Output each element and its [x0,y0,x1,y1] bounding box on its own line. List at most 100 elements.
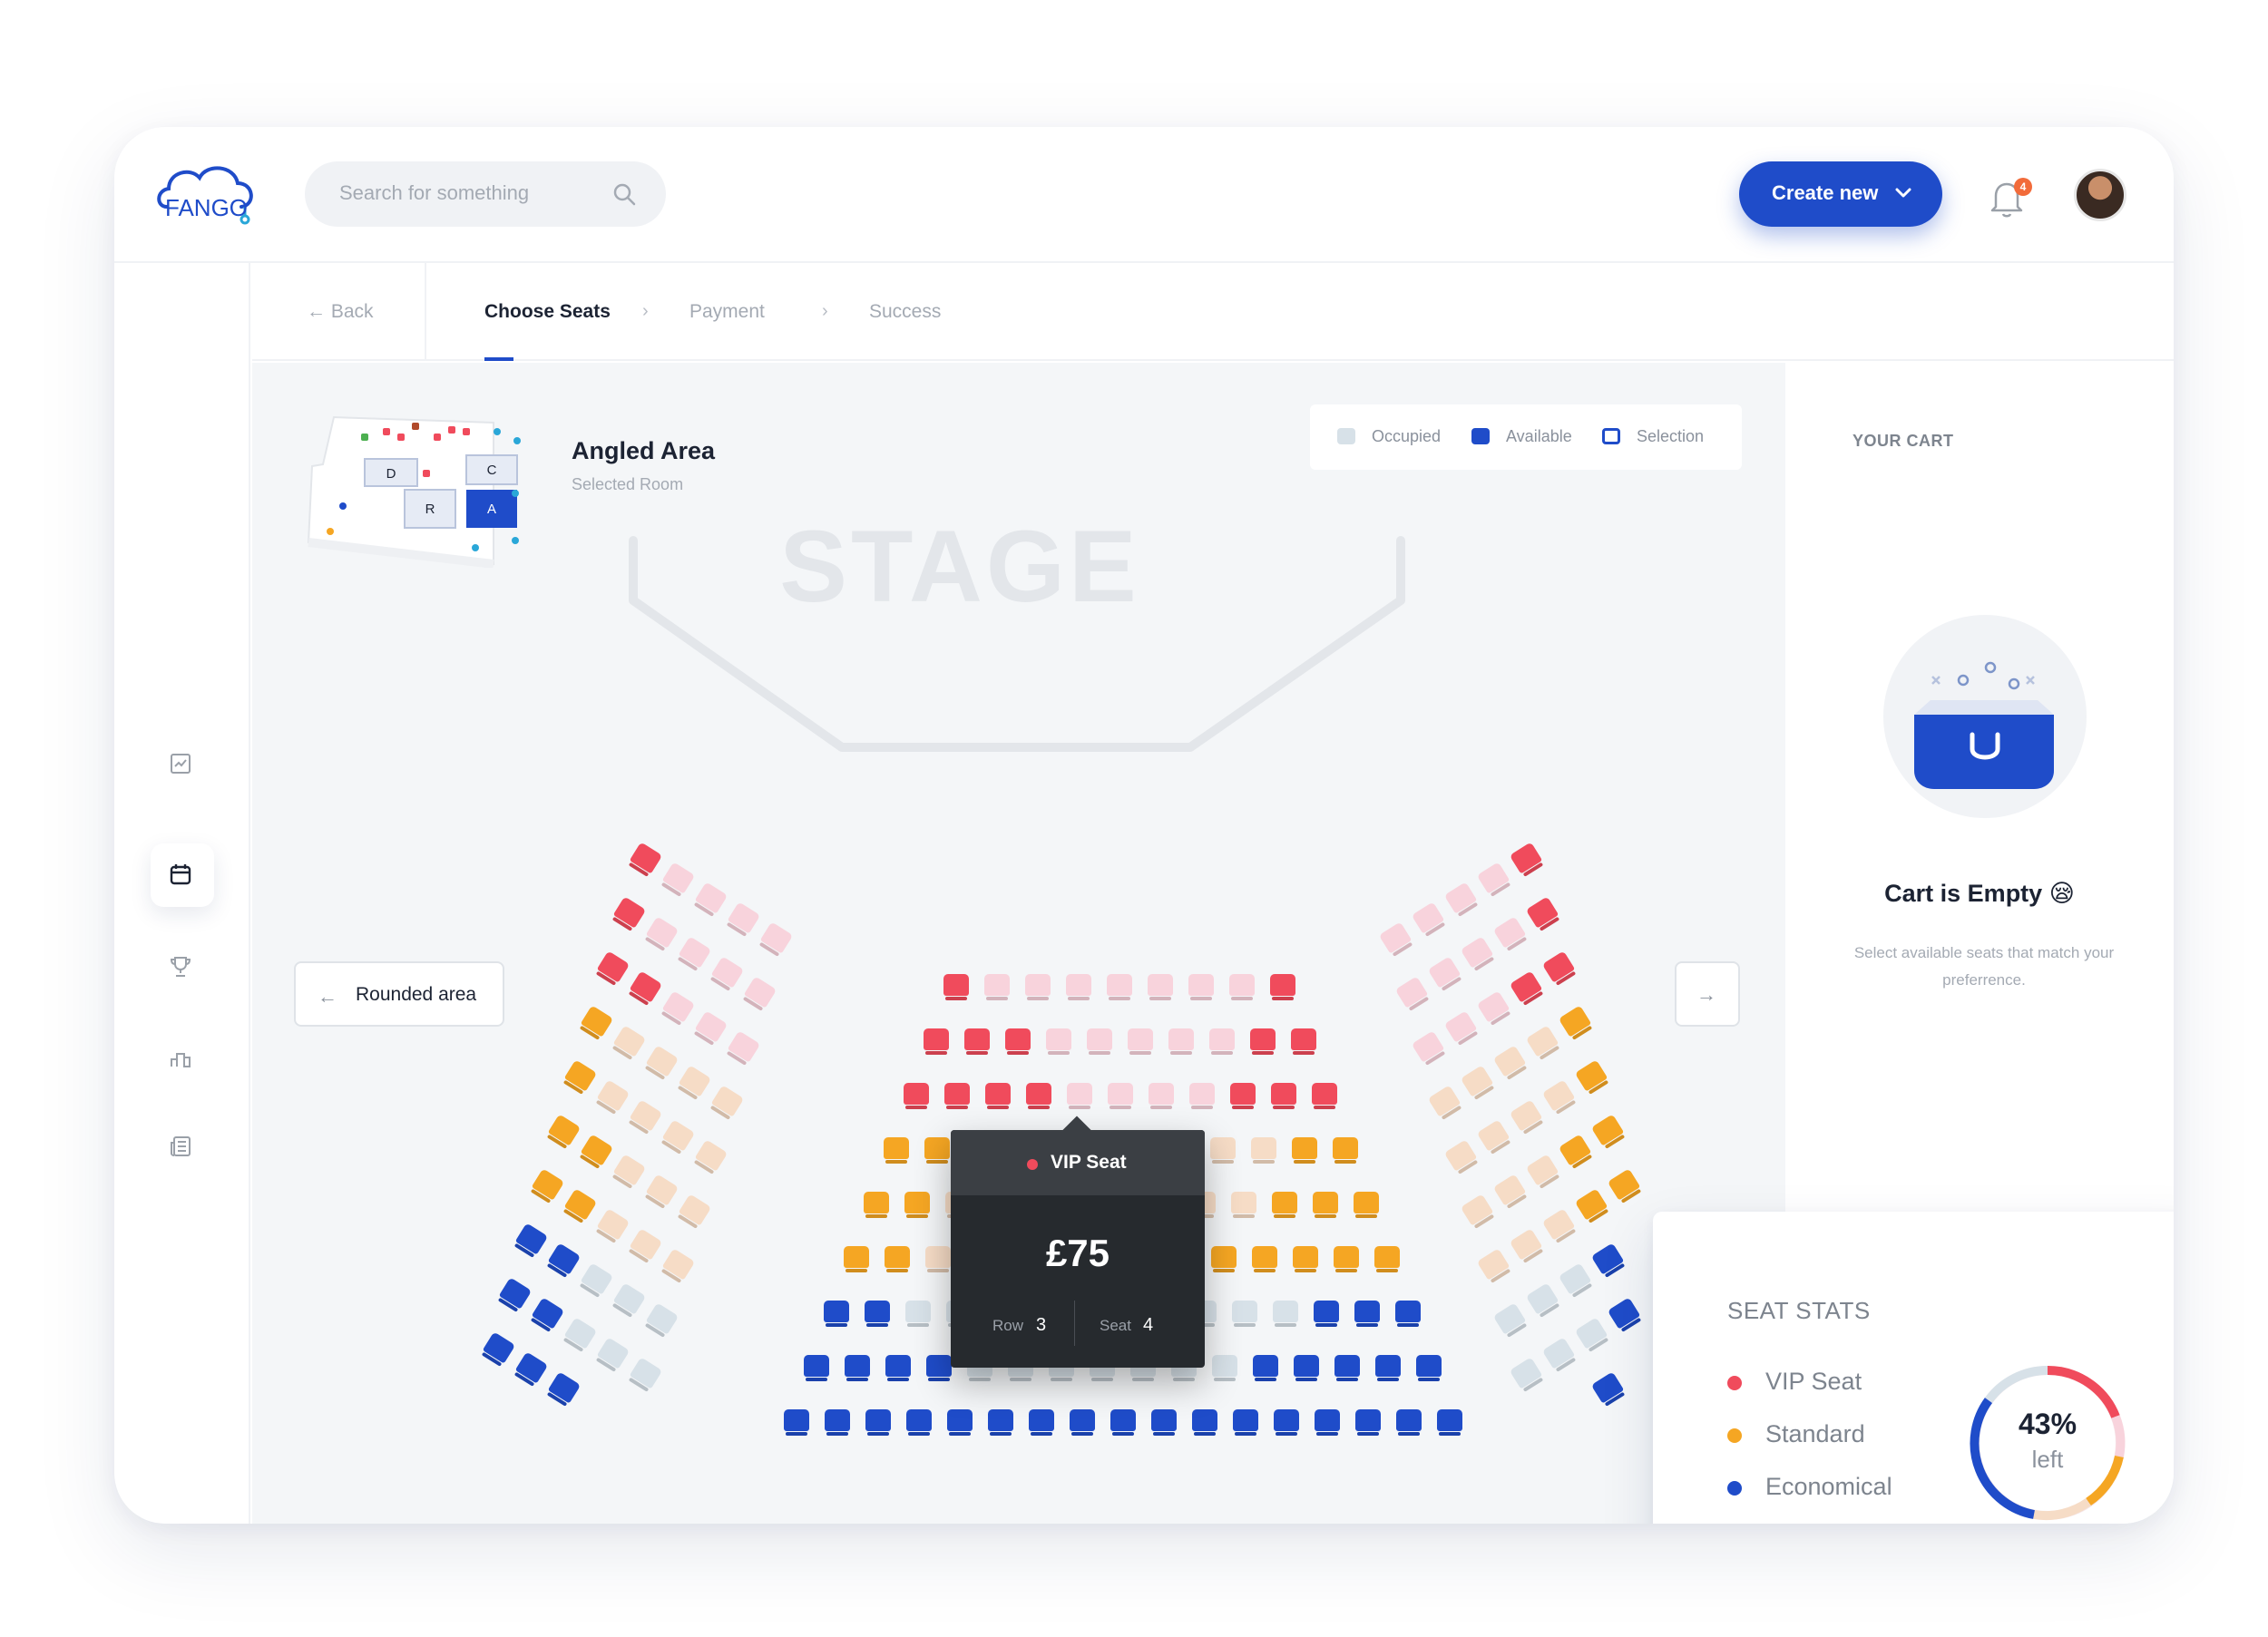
seat[interactable] [1292,1137,1317,1159]
seat[interactable] [865,1301,890,1322]
seat[interactable] [988,1409,1013,1431]
seat[interactable] [1189,1083,1215,1105]
seat[interactable] [1151,1409,1177,1431]
seat[interactable] [1333,1137,1358,1159]
seat[interactable] [1067,1083,1092,1105]
seat[interactable] [1252,1246,1277,1268]
seat[interactable] [1250,1028,1276,1050]
seat[interactable] [1108,1083,1133,1105]
seat[interactable] [1233,1409,1258,1431]
seat[interactable] [1005,1028,1031,1050]
seat[interactable] [844,1246,869,1268]
seat[interactable] [1046,1028,1071,1050]
seat[interactable] [984,974,1010,996]
seat[interactable] [804,1355,829,1377]
seat[interactable] [885,1355,911,1377]
seat[interactable] [1025,974,1051,996]
seat[interactable] [1232,1301,1257,1322]
seat[interactable] [1312,1083,1337,1105]
step-payment[interactable]: Payment [689,301,765,323]
seat[interactable] [1396,1409,1422,1431]
seat[interactable] [964,1028,990,1050]
seat[interactable] [1087,1028,1112,1050]
search-icon[interactable] [611,181,637,207]
seat[interactable] [1188,974,1214,996]
news-icon[interactable] [161,1126,200,1166]
seat[interactable] [825,1409,850,1431]
seat[interactable] [1209,1028,1235,1050]
seat[interactable] [985,1083,1011,1105]
seat[interactable] [1110,1409,1136,1431]
seat[interactable] [1274,1409,1299,1431]
seat[interactable] [924,1028,949,1050]
seat[interactable] [1315,1409,1340,1431]
user-avatar[interactable] [2074,169,2126,221]
seat[interactable] [906,1409,932,1431]
seat[interactable] [1168,1028,1194,1050]
seat[interactable] [885,1246,910,1268]
search-input[interactable]: Search for something [305,161,666,227]
trophy-icon[interactable] [161,947,200,987]
seat[interactable] [824,1301,849,1322]
seat[interactable] [1192,1409,1217,1431]
room-minimap[interactable]: D C R A [307,414,524,569]
seat[interactable] [926,1355,952,1377]
seat[interactable] [1231,1192,1256,1213]
seat[interactable] [904,1083,929,1105]
seat[interactable] [1355,1409,1381,1431]
seat[interactable] [1271,1083,1296,1105]
seat[interactable] [1375,1355,1401,1377]
seat[interactable] [1293,1246,1318,1268]
seat[interactable] [864,1192,889,1213]
seat[interactable] [1314,1301,1339,1322]
seat[interactable] [1273,1301,1298,1322]
seat[interactable] [1210,1137,1236,1159]
seat[interactable] [1416,1355,1442,1377]
seat[interactable] [1334,1355,1360,1377]
step-success[interactable]: Success [869,301,941,323]
seat[interactable] [1294,1355,1319,1377]
rounded-area-button[interactable]: ← Rounded area [294,961,504,1027]
seat[interactable] [865,1409,891,1431]
seat[interactable] [1070,1409,1095,1431]
seat[interactable] [1211,1246,1237,1268]
seat[interactable] [1272,1192,1297,1213]
seat[interactable] [1128,1028,1153,1050]
seat[interactable] [1374,1246,1400,1268]
seat[interactable] [1395,1301,1421,1322]
seat[interactable] [1066,974,1091,996]
seat[interactable] [947,1409,973,1431]
chart-icon[interactable] [161,744,200,784]
seat[interactable] [1229,974,1255,996]
seat[interactable] [1270,974,1295,996]
seat[interactable] [1313,1192,1338,1213]
seat[interactable] [943,974,969,996]
seat[interactable] [1334,1246,1359,1268]
seat[interactable] [1230,1083,1256,1105]
seat[interactable] [925,1246,951,1268]
seat[interactable] [1026,1083,1051,1105]
step-choose-seats[interactable]: Choose Seats [484,301,611,323]
seat[interactable] [1354,1192,1379,1213]
seat[interactable] [1212,1355,1237,1377]
seat[interactable] [1291,1028,1316,1050]
seat[interactable] [904,1192,930,1213]
seat[interactable] [845,1355,870,1377]
seat[interactable] [944,1083,970,1105]
calendar-icon[interactable] [161,854,200,894]
seat[interactable] [1107,974,1132,996]
seat[interactable] [1251,1137,1276,1159]
fango-logo[interactable]: FANGO [154,160,259,230]
seat[interactable] [1437,1409,1462,1431]
seat[interactable] [1029,1409,1054,1431]
create-new-button[interactable]: Create new [1739,161,1942,227]
seat[interactable] [1354,1301,1380,1322]
podium-icon[interactable] [161,1038,200,1077]
seat[interactable] [905,1301,931,1322]
next-area-button[interactable]: → [1675,961,1740,1027]
back-link[interactable]: ← Back [307,301,374,323]
seat[interactable] [884,1137,909,1159]
seat[interactable] [784,1409,809,1431]
seat[interactable] [1149,1083,1174,1105]
seat[interactable] [1253,1355,1278,1377]
